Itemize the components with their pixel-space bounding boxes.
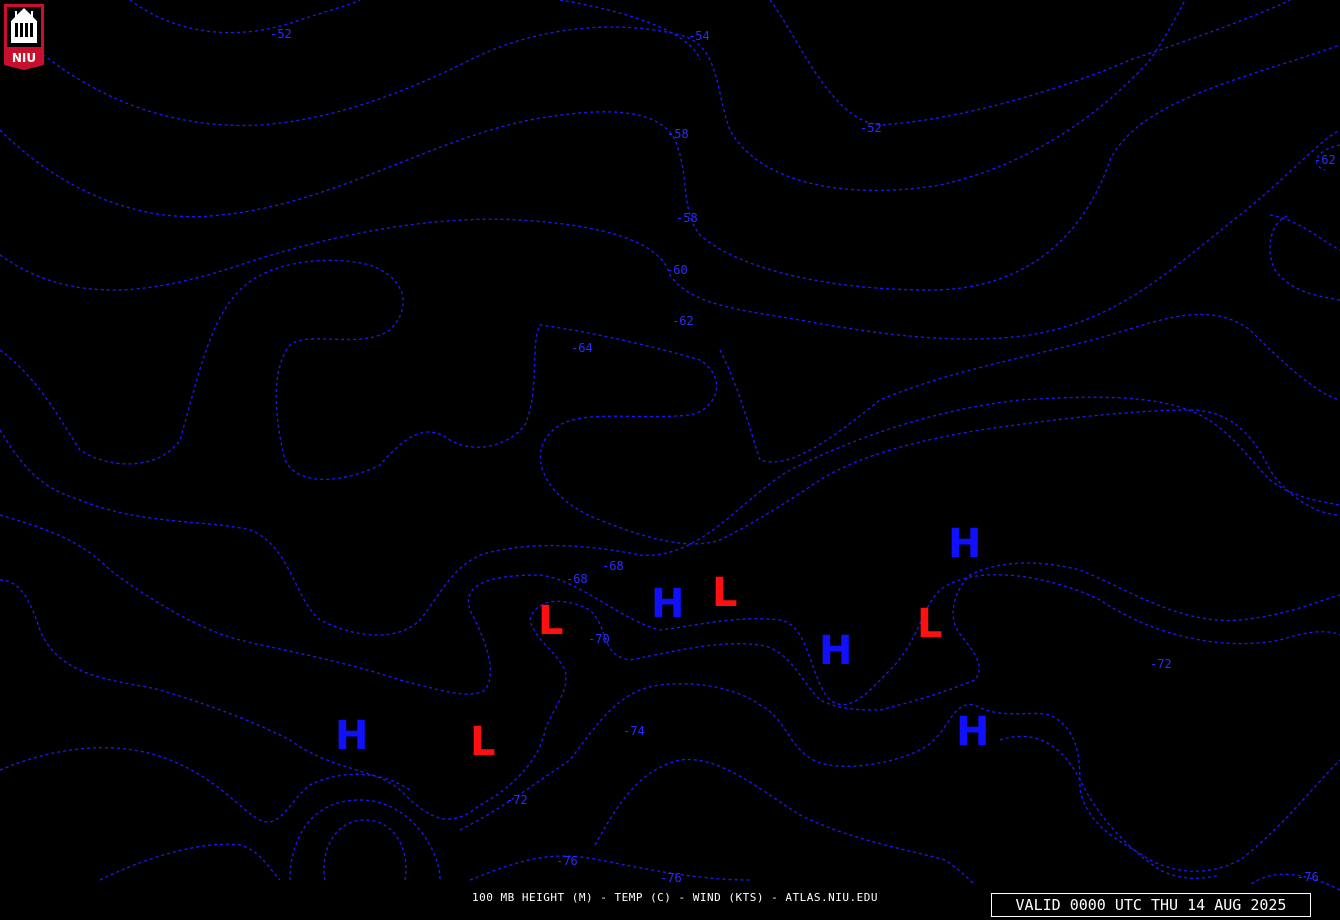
high-center: H	[948, 521, 981, 567]
low-center: L	[470, 719, 496, 765]
contour-label: -72	[1150, 657, 1172, 671]
contour-label: -74	[623, 724, 645, 738]
weather-map: -52 -54 -52 -62 -58 -58 -60 -62 -64 -68 …	[0, 0, 1340, 920]
contour-label: -52	[860, 121, 882, 135]
contour-label: -58	[676, 211, 698, 225]
high-center: H	[819, 628, 852, 674]
low-center: L	[712, 570, 738, 616]
valid-time: VALID 0000 UTC THU 14 AUG 2025	[991, 893, 1311, 917]
contour-label: -62	[1314, 153, 1336, 167]
contour-label: -54	[688, 29, 710, 43]
contour-label: -72	[506, 793, 528, 807]
high-center: H	[956, 709, 989, 755]
contour-label: -76	[660, 871, 682, 885]
niu-logo: NIU	[4, 4, 44, 70]
contour-label: -62	[672, 314, 694, 328]
contour-label: -70	[588, 632, 610, 646]
logo-text: NIU	[12, 51, 36, 65]
contour-label: -68	[602, 559, 624, 573]
contour-label: -52	[270, 27, 292, 41]
low-center: L	[917, 601, 943, 647]
contour-label: -60	[666, 263, 688, 277]
contour-label: -64	[571, 341, 593, 355]
high-center: H	[651, 581, 684, 627]
contour-label: -76	[556, 854, 578, 868]
contour-label: -68	[566, 572, 588, 586]
map-caption: 100 MB HEIGHT (M) - TEMP (C) - WIND (KTS…	[472, 891, 878, 904]
low-center: L	[538, 598, 564, 644]
contour-label: -58	[667, 127, 689, 141]
contour-label: -76	[1297, 870, 1319, 884]
high-center: H	[335, 713, 368, 759]
